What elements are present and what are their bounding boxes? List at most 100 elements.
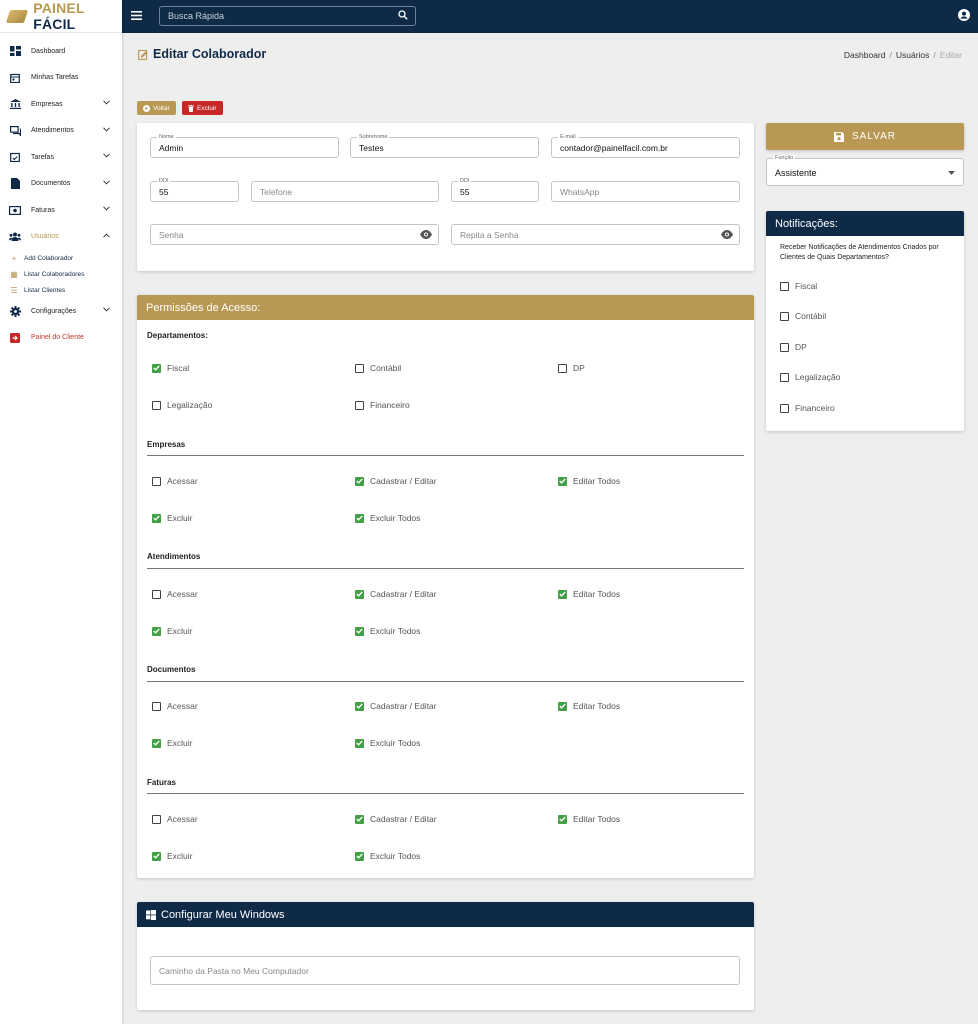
checkbox-atendimentos-excluir-todos[interactable]: Excluir Todos — [355, 626, 420, 636]
floppy-disk-icon — [834, 131, 844, 142]
folder-path-field[interactable]: Caminho da Pasta no Meu Computador — [150, 956, 740, 985]
checkbox-atendimentos-editar-todos[interactable]: Editar Todos — [558, 589, 620, 599]
funcao-select[interactable]: Função Assistente — [766, 155, 964, 186]
sidebar-item-label: Empresas — [31, 100, 63, 108]
delete-button[interactable]: Excluir — [182, 101, 223, 115]
checkbox-notif-financeiro[interactable]: Financeiro — [780, 403, 835, 413]
checkbox-atendimentos-cadastrar[interactable]: Cadastrar / Editar — [355, 589, 437, 599]
checkbox-atendimentos-excluir[interactable]: Excluir — [152, 626, 193, 636]
eye-icon[interactable] — [420, 230, 432, 239]
task-calendar-icon — [9, 151, 21, 163]
ddi-label: DDI — [458, 178, 472, 185]
chevron-down-icon — [103, 126, 110, 132]
nome-field[interactable]: Nome Admin — [150, 134, 339, 158]
sidebar-subitem-label: Listar Colaboradores — [24, 270, 85, 278]
checkbox-atendimentos-acessar[interactable]: Acessar — [152, 589, 198, 599]
brand-logo[interactable]: PAINEL FÁCIL — [0, 0, 122, 33]
checkbox-documentos-excluir[interactable]: Excluir — [152, 738, 193, 748]
checkbox-notif-fiscal[interactable]: Fiscal — [780, 281, 817, 291]
repita-senha-field[interactable]: Repita a Senha — [451, 224, 740, 245]
checkbox-faturas-excluir[interactable]: Excluir — [152, 851, 193, 861]
breadcrumb-current: Editar — [939, 50, 962, 60]
sidebar-item-atendimentos[interactable]: Atendimentos — [0, 118, 122, 145]
menu-icon[interactable] — [131, 11, 142, 20]
checkbox-documentos-editar-todos[interactable]: Editar Todos — [558, 701, 620, 711]
checkbox-empresas-excluir[interactable]: Excluir — [152, 513, 193, 523]
checkbox-documentos-excluir-todos[interactable]: Excluir Todos — [355, 738, 420, 748]
ddi-whatsapp-field[interactable]: DDI 55 — [451, 178, 539, 202]
funcao-label: Função — [773, 155, 796, 162]
dashboard-icon — [9, 45, 21, 57]
telefone-field[interactable]: Telefone — [251, 181, 439, 202]
breadcrumb-dashboard[interactable]: Dashboard — [844, 50, 886, 60]
back-button[interactable]: Voltar — [137, 101, 176, 115]
sidebar-subitem-listar-clientes[interactable]: ☰ Listar Clientes — [0, 282, 122, 298]
sidebar-item-tarefas[interactable]: Tarefas — [0, 144, 122, 171]
email-field[interactable]: E-mail contador@painelfacil.com.br — [551, 134, 740, 158]
bank-icon — [9, 98, 21, 110]
sidebar-item-label: Faturas — [31, 206, 55, 214]
empresas-title: Empresas — [147, 440, 186, 449]
windows-config-card: Configurar Meu Windows Caminho da Pasta … — [137, 902, 754, 1010]
caret-down-icon — [948, 171, 955, 175]
save-button[interactable]: SALVAR — [766, 123, 964, 150]
sidebar-item-label: Painel do Cliente — [31, 334, 84, 342]
sidebar-item-empresas[interactable]: Empresas — [0, 91, 122, 118]
sidebar-item-usuarios[interactable]: Usuários — [0, 224, 122, 251]
sidebar-item-documentos[interactable]: Documentos — [0, 171, 122, 198]
sidebar-item-faturas[interactable]: Faturas — [0, 197, 122, 224]
email-value: contador@painelfacil.com.br — [560, 143, 668, 153]
check-icon — [355, 701, 364, 711]
trash-icon — [188, 104, 194, 112]
checkbox-dep-financeiro[interactable]: Financeiro — [355, 400, 410, 410]
breadcrumb-usuarios[interactable]: Usuários — [896, 50, 930, 60]
checkbox-dep-contabil[interactable]: Contábil — [355, 363, 401, 373]
user-account-icon[interactable] — [958, 9, 970, 21]
sidebar-item-painel-cliente[interactable]: Painel do Cliente — [0, 325, 122, 352]
whatsapp-field[interactable]: WhatsApp — [551, 181, 740, 202]
notifications-card: Notificações: Receber Notificações de At… — [766, 211, 964, 431]
eye-icon[interactable] — [721, 230, 733, 239]
sidebar-subitem-listar-colaboradores[interactable]: ▦ Listar Colaboradores — [0, 266, 122, 282]
basic-info-card: Nome Admin Sobrenome Testes E-mail conta… — [137, 123, 754, 271]
checkbox-documentos-acessar[interactable]: Acessar — [152, 701, 198, 711]
chevron-down-icon — [103, 100, 110, 105]
checkbox-dep-fiscal[interactable]: Fiscal — [152, 363, 189, 373]
checkbox-dep-legalizacao[interactable]: Legalização — [152, 400, 212, 410]
search-input[interactable] — [159, 6, 416, 26]
sobrenome-label: Sobrenome — [357, 134, 390, 141]
sidebar-item-configuracoes[interactable]: Configurações — [0, 298, 122, 325]
checkbox-notif-legalizacao[interactable]: Legalização — [780, 372, 840, 382]
checkbox-documentos-cadastrar[interactable]: Cadastrar / Editar — [355, 701, 437, 711]
brand-name-part1: PAINEL — [33, 0, 85, 16]
check-icon — [152, 626, 161, 636]
checkbox-empresas-acessar[interactable]: Acessar — [152, 476, 198, 486]
check-icon — [558, 701, 567, 711]
sidebar-item-minhas-tarefas[interactable]: Minhas Tarefas — [0, 65, 122, 92]
check-icon — [152, 851, 161, 861]
sidebar-item-dashboard[interactable]: Dashboard — [0, 38, 122, 65]
checkbox-faturas-acessar[interactable]: Acessar — [152, 814, 198, 824]
checkbox-dep-dp[interactable]: DP — [558, 363, 585, 373]
chevron-down-icon — [103, 307, 110, 312]
checkbox-empresas-editar-todos[interactable]: Editar Todos — [558, 476, 620, 486]
ddi-telefone-field[interactable]: DDI 55 — [150, 178, 239, 202]
search-icon[interactable] — [398, 10, 408, 20]
checkbox-faturas-excluir-todos[interactable]: Excluir Todos — [355, 851, 420, 861]
chevron-down-icon — [103, 206, 110, 211]
checkbox-faturas-editar-todos[interactable]: Editar Todos — [558, 814, 620, 824]
documentos-title: Documentos — [147, 665, 196, 674]
sobrenome-field[interactable]: Sobrenome Testes — [350, 134, 539, 158]
senha-field[interactable]: Senha — [150, 224, 439, 245]
checkbox-notif-dp[interactable]: DP — [780, 342, 807, 352]
checkbox-notif-contabil[interactable]: Contábil — [780, 311, 826, 321]
checkbox-empresas-cadastrar[interactable]: Cadastrar / Editar — [355, 476, 437, 486]
users-icon — [9, 231, 21, 243]
sidebar-nav: Dashboard Minhas Tarefas Empresas Atendi… — [0, 33, 122, 351]
nome-label: Nome — [157, 134, 176, 141]
sidebar-subitem-label: Add Colaborador — [24, 254, 74, 262]
sidebar-subitem-add-colaborador[interactable]: + Add Colaborador — [0, 250, 122, 266]
checkbox-empresas-excluir-todos[interactable]: Excluir Todos — [355, 513, 420, 523]
checkbox-faturas-cadastrar[interactable]: Cadastrar / Editar — [355, 814, 437, 824]
divider — [147, 793, 744, 794]
